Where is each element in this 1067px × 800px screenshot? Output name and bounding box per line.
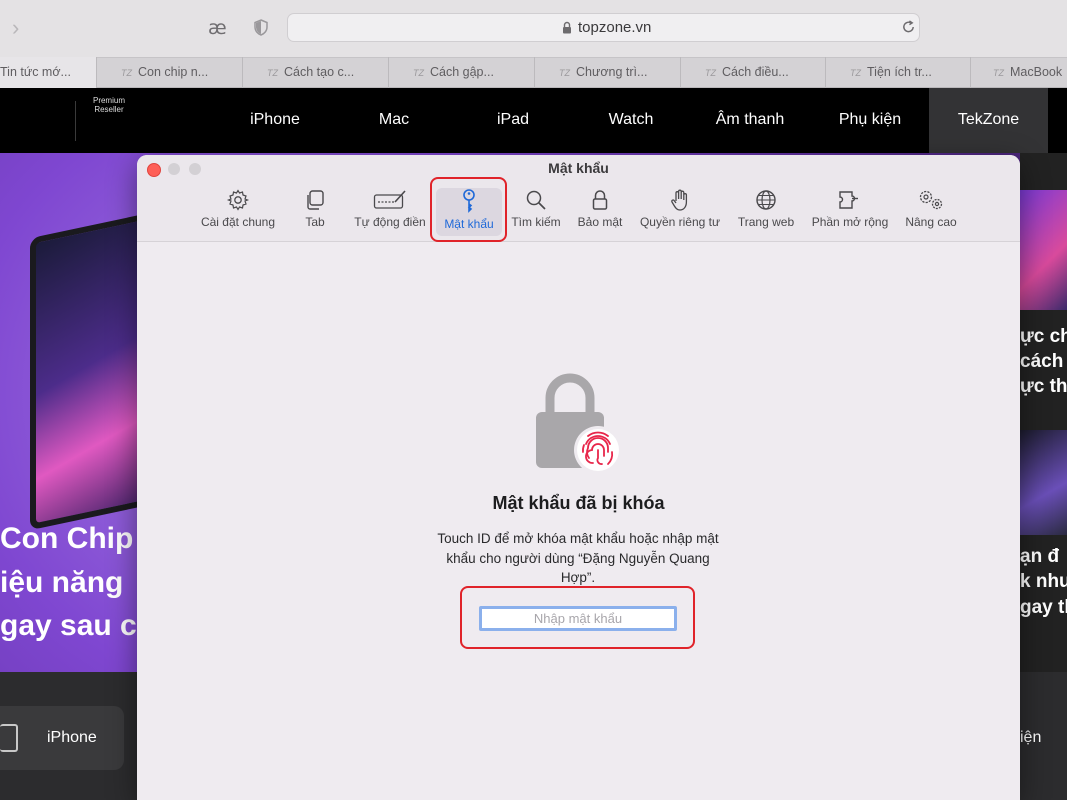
apple-premium-reseller-badge: Premium Reseller (87, 96, 131, 148)
hero-headline-line: iệu năng (0, 566, 124, 599)
pref-tab-label: Trang web (737, 215, 795, 229)
window-title: Mật khẩu (548, 160, 609, 176)
lock-icon (563, 21, 571, 34)
pref-tab-label: Bảo mật (577, 215, 623, 229)
padlock-icon (592, 190, 608, 210)
browser-tab[interactable]: TZ Con chip n... (96, 57, 242, 88)
pref-tab-websites[interactable]: Trang web (733, 188, 799, 236)
browser-tab[interactable]: TZ Cách tạo c... (242, 57, 388, 88)
hero-headline-line: Con Chip r (0, 522, 154, 555)
tab-label: Tin tức mớ... (0, 65, 71, 79)
article-thumbnail[interactable] (1020, 190, 1067, 310)
gears-icon (919, 190, 943, 210)
privacy-shield-icon[interactable] (254, 19, 268, 36)
article-title-line: ực ch (1020, 326, 1067, 347)
topzone-favicon-icon: TZ (993, 68, 1004, 78)
brand-line: Reseller (94, 105, 124, 114)
pref-tab-search[interactable]: Tìm kiếm (507, 188, 565, 236)
locked-message: Touch ID để mở khóa mật khẩu hoặc nhập m… (437, 531, 719, 585)
puzzle-piece-icon (839, 191, 858, 209)
pref-tab-autofill[interactable]: Tự động điền (349, 188, 431, 236)
browser-tab[interactable]: TZ Cách điều... (680, 57, 825, 88)
topzone-favicon-icon: TZ (705, 68, 716, 78)
nav-item-ipad[interactable]: iPad (468, 88, 558, 153)
pref-tab-label: Cài đặt chung (200, 215, 276, 229)
hero-headline-line: gay sau c (0, 609, 137, 642)
topzone-favicon-icon: TZ (559, 68, 570, 78)
site-logo[interactable] (0, 101, 30, 141)
pref-tab-extensions[interactable]: Phần mở rộng (806, 188, 894, 236)
reload-icon[interactable] (901, 19, 916, 35)
pref-tab-label: Nâng cao (905, 215, 957, 229)
pref-tab-privacy[interactable]: Quyền riêng tư (634, 188, 726, 236)
article-title-line: cách (1020, 351, 1064, 372)
tab-label: Cách tạo c... (284, 65, 355, 79)
browser-tab[interactable]: TZ Tiện ích tr... (825, 57, 970, 88)
autofill-icon (373, 190, 406, 209)
hand-icon (671, 189, 688, 211)
pref-tab-label: Tìm kiếm (511, 215, 561, 229)
pref-tab-label: Phần mở rộng (811, 215, 889, 229)
search-icon (526, 190, 546, 210)
nav-item-mac[interactable]: Mac (349, 88, 439, 153)
url-text: topzone.vn (578, 19, 652, 36)
nav-item-am-thanh[interactable]: Âm thanh (702, 88, 798, 153)
topzone-favicon-icon: TZ (267, 68, 278, 78)
locked-title: Mật khẩu đã bị khóa (492, 493, 665, 513)
tab-label: Con chip n... (138, 65, 209, 79)
forward-icon[interactable]: › (12, 16, 32, 40)
browser-tab[interactable]: TZ Chương trì... (534, 57, 680, 88)
pref-tab-general[interactable]: Cài đặt chung (193, 188, 283, 236)
tab-label: Cách gập... (430, 65, 494, 79)
category-label: iện (1020, 729, 1042, 746)
nav-item-iphone[interactable]: iPhone (230, 88, 320, 153)
touch-id-lock-icon (536, 373, 622, 474)
preferences-window (137, 155, 1020, 800)
gear-icon (226, 189, 250, 211)
tab-label: Tiện ích tr... (867, 65, 932, 79)
tab-label: Chương trì... (576, 65, 648, 79)
browser-tab[interactable]: TZ MacBook (970, 57, 1067, 88)
article-title-line: k như (1020, 571, 1067, 592)
brand-line: Premium (92, 96, 125, 105)
iphone-icon (0, 724, 18, 752)
nav-item-phu-kien[interactable]: Phụ kiện (822, 88, 918, 153)
pref-tab-advanced[interactable]: Nâng cao (901, 188, 961, 236)
article-title-line: gay th (1020, 597, 1067, 618)
category-label: iPhone (47, 729, 97, 746)
nav-divider (75, 101, 76, 141)
article-title-line: ạn đ (1020, 546, 1060, 567)
globe-icon (756, 190, 776, 210)
tab-label: MacBook (1010, 65, 1063, 79)
pref-tab-label: Tự động điền (354, 215, 426, 229)
pref-tab-label: Quyền riêng tư (639, 215, 721, 229)
ae-extension-icon[interactable]: æ (208, 16, 234, 40)
tab-label: Cách điều... (722, 65, 789, 79)
topzone-favicon-icon: TZ (121, 68, 132, 78)
pref-tab-security[interactable]: Bảo mật (573, 188, 627, 236)
browser-tab[interactable]: Tin tức mớ... (0, 57, 96, 88)
article-thumbnail[interactable] (1020, 430, 1067, 535)
password-input-highlight (460, 586, 695, 649)
article-title-line: ực thự (1020, 376, 1067, 397)
topzone-favicon-icon: TZ (850, 68, 861, 78)
pref-tab-label: Tab (305, 215, 325, 229)
browser-tab[interactable]: TZ Cách gập... (388, 57, 534, 88)
nav-item-tekzone[interactable]: TekZone (929, 88, 1048, 153)
active-tab-highlight (430, 177, 507, 242)
topzone-favicon-icon: TZ (413, 68, 424, 78)
pref-tab-tabs[interactable]: Tab (295, 188, 335, 236)
tabs-icon (307, 190, 324, 210)
nav-item-watch[interactable]: Watch (586, 88, 676, 153)
